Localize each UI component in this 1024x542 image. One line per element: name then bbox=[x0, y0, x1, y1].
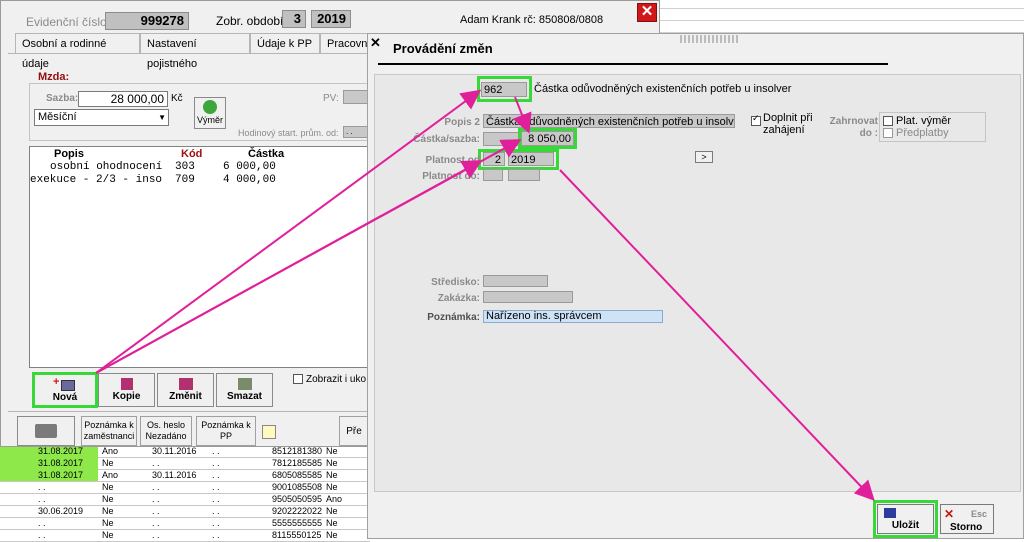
arrow-to-save bbox=[559, 169, 875, 501]
annotation-arrows bbox=[95, 89, 875, 501]
arrow-to-code bbox=[95, 89, 482, 374]
arrow-to-valid-from bbox=[95, 160, 483, 374]
arrow-code-to-amount bbox=[512, 96, 532, 134]
